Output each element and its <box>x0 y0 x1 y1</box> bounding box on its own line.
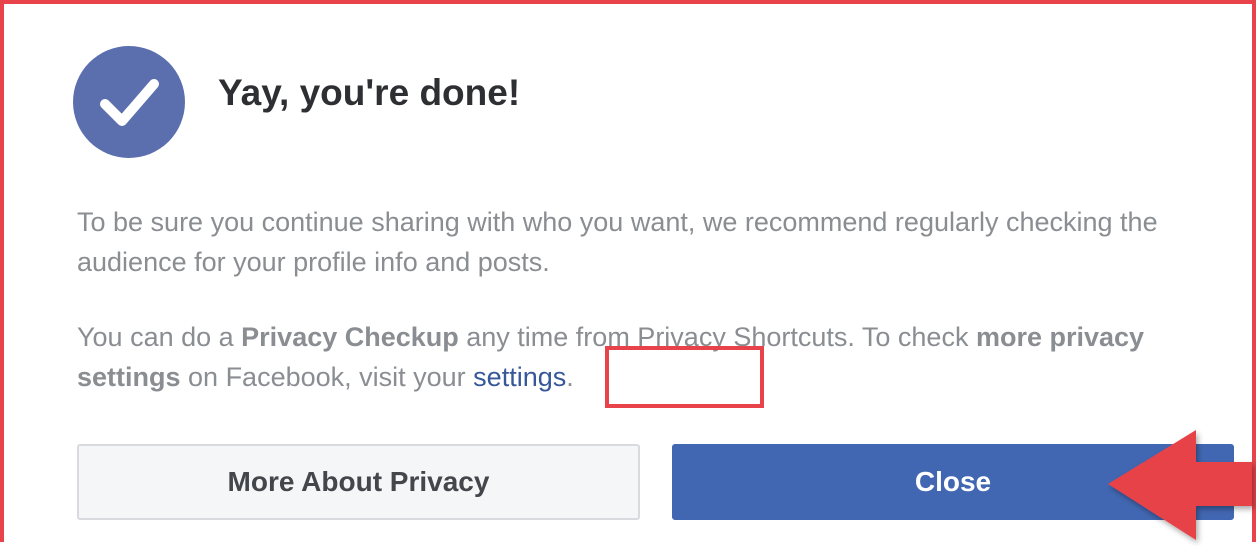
dialog-title: Yay, you're done! <box>218 72 521 113</box>
close-button[interactable]: Close <box>672 444 1234 520</box>
privacy-checkup-emphasis: Privacy Checkup <box>241 322 459 352</box>
paragraph-text: any time from Privacy Shortcuts. To chec… <box>458 322 976 352</box>
paragraph-text: You can do a <box>77 322 242 352</box>
check-badge <box>73 46 185 158</box>
intro-paragraph: To be sure you continue sharing with who… <box>77 207 1158 277</box>
paragraph-text: . <box>566 362 574 392</box>
privacy-checkup-dialog: Yay, you're done! To be sure you continu… <box>0 0 1256 542</box>
privacy-checkup-paragraph: You can do a Privacy Checkup any time fr… <box>77 317 1237 397</box>
paragraph-text: on Facebook, visit your <box>180 362 474 392</box>
settings-link[interactable]: settings <box>473 362 566 392</box>
more-about-privacy-button[interactable]: More About Privacy <box>77 444 640 520</box>
check-icon <box>100 79 159 126</box>
